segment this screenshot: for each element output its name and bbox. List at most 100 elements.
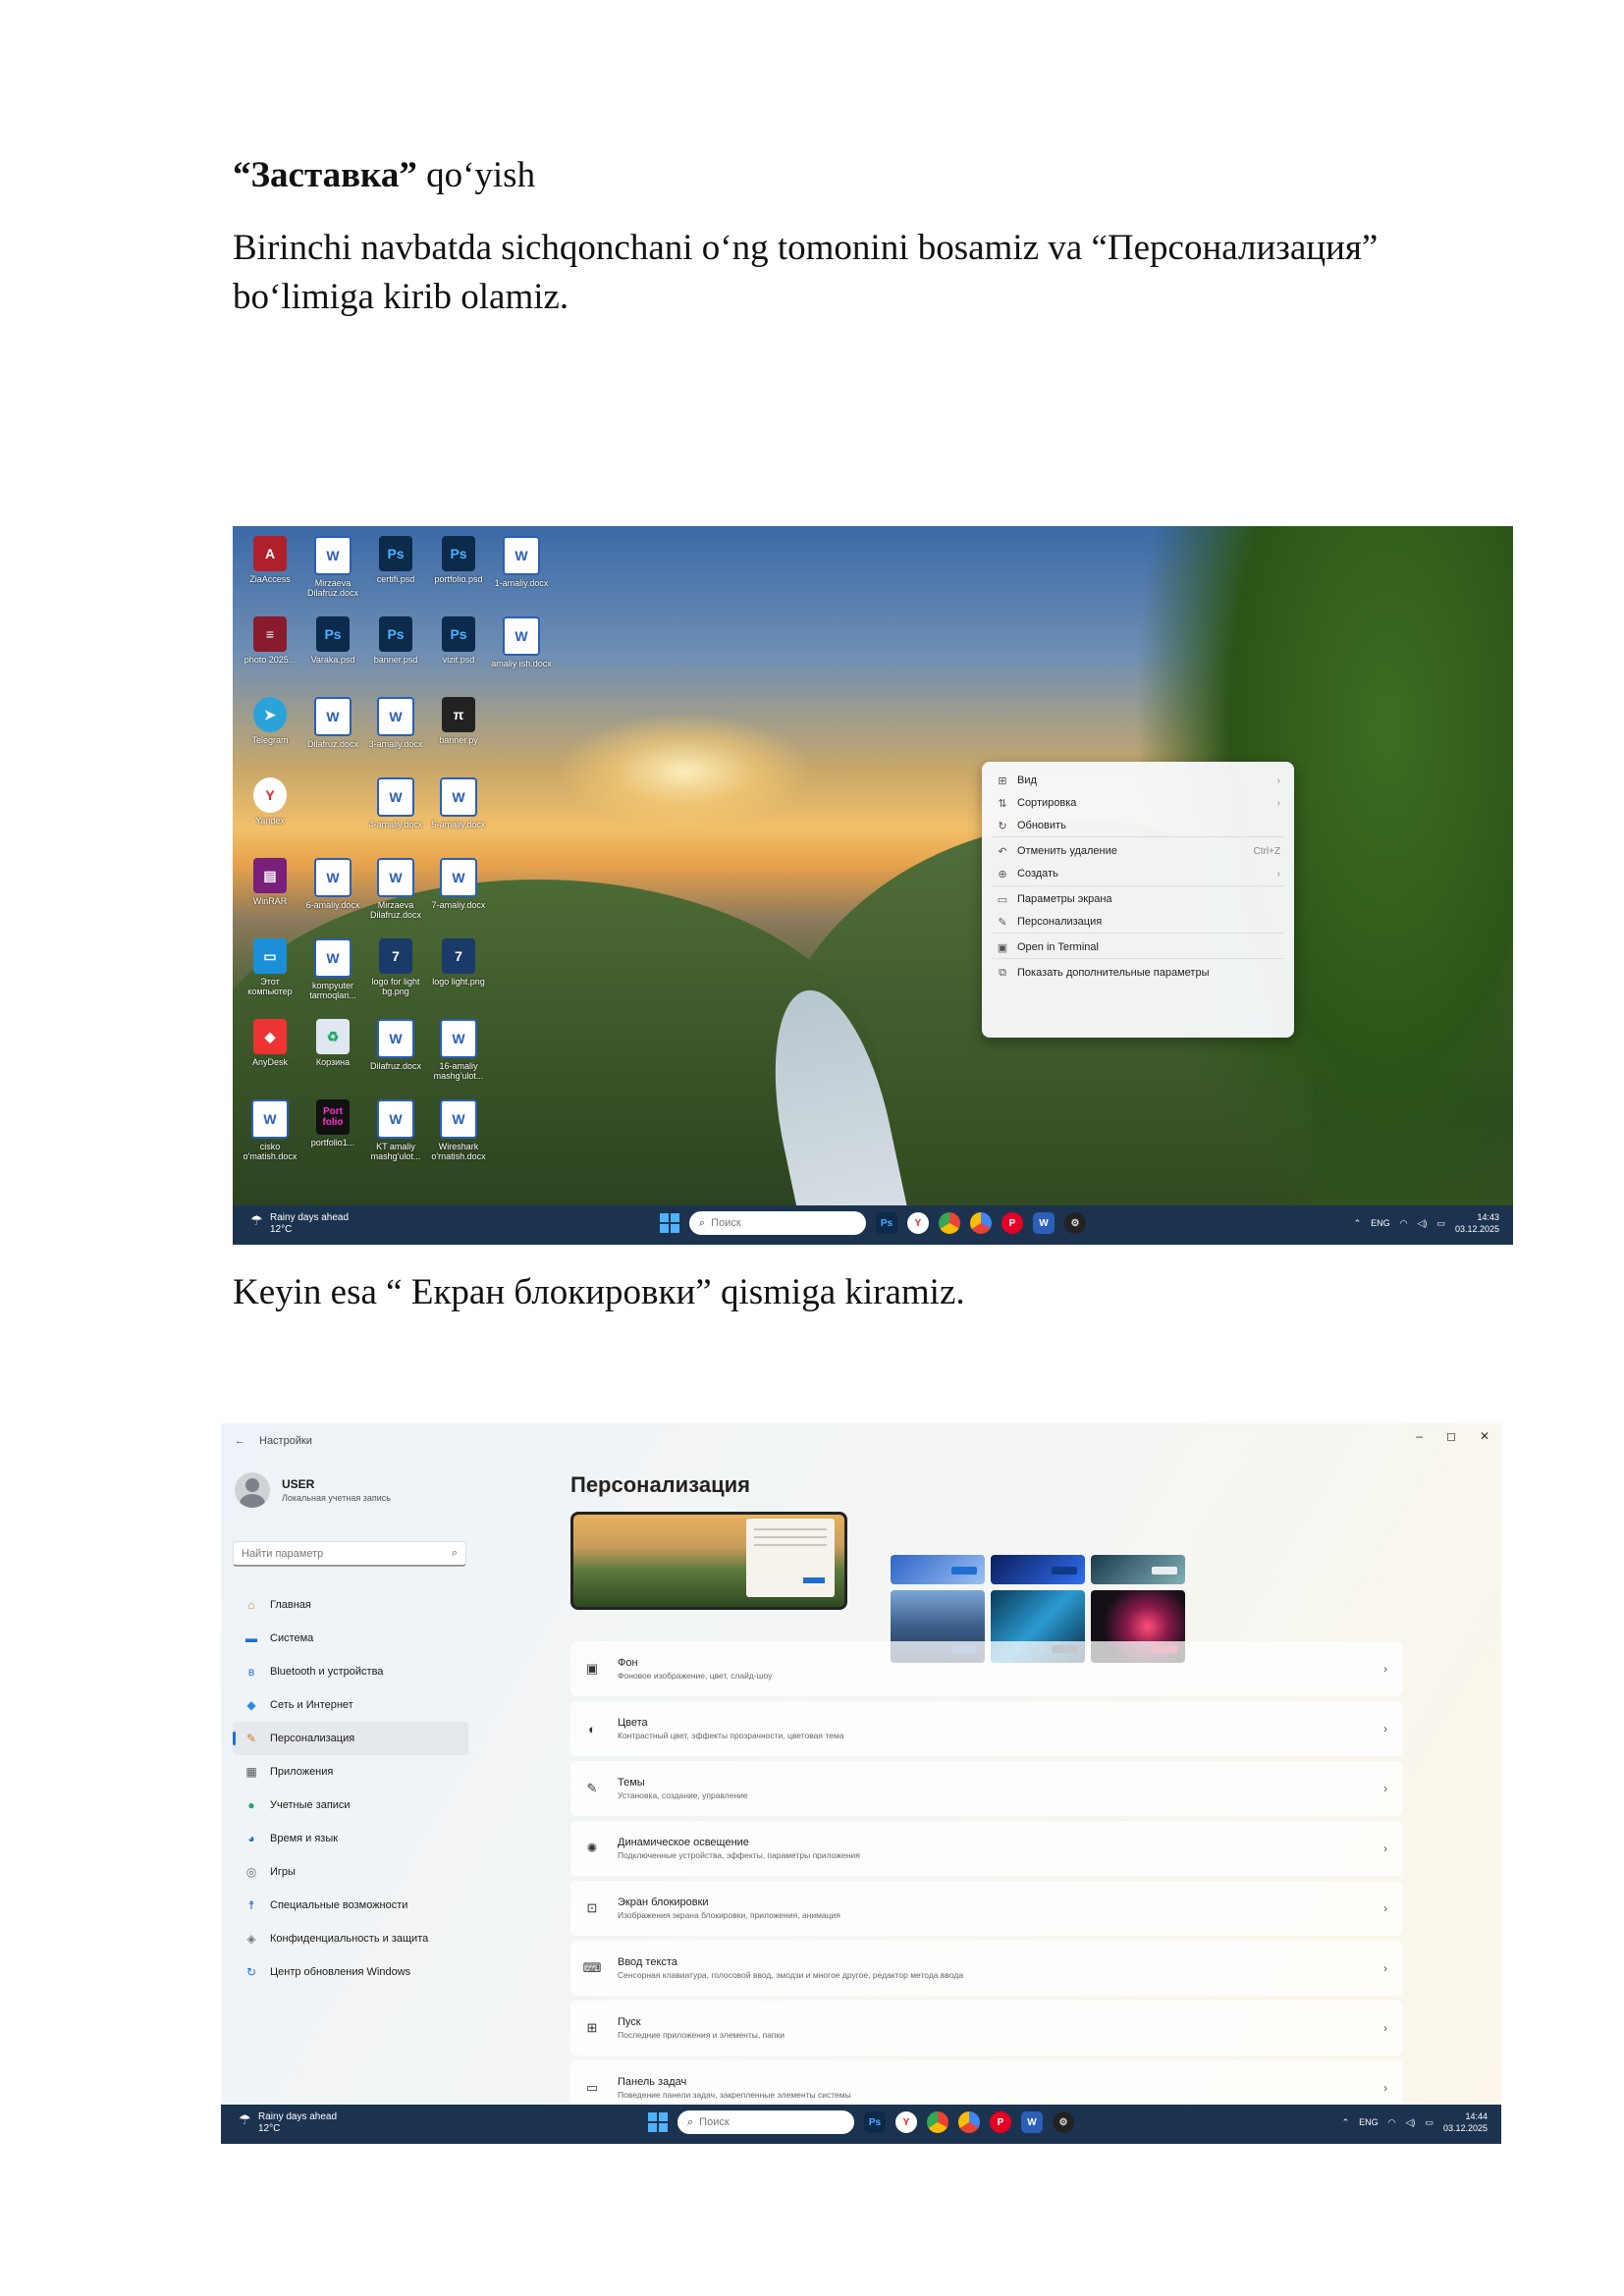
nav-item[interactable]: ◎ Игры bbox=[233, 1855, 468, 1889]
chrome-taskbar-icon[interactable] bbox=[958, 2111, 980, 2133]
taskbar-search[interactable]: ⌕ Поиск bbox=[689, 1211, 866, 1235]
clock[interactable]: 14:44 03.12.2025 bbox=[1443, 2110, 1488, 2134]
desktop-icon[interactable]: ◆ AnyDesk bbox=[239, 1015, 301, 1095]
gear-icon[interactable]: ⚙ bbox=[1064, 1212, 1086, 1234]
volume-icon[interactable]: ◁) bbox=[1418, 1218, 1428, 1229]
yandex-taskbar-icon[interactable]: Y bbox=[895, 2111, 917, 2133]
desktop-icon[interactable]: W 7-amaliy.docx bbox=[427, 854, 490, 934]
desktop-icon[interactable]: Ps banner.psd bbox=[364, 613, 427, 693]
desktop-icon[interactable]: W 16-amaliy mashg'ulot... bbox=[427, 1015, 490, 1095]
settings-search-input[interactable]: Найти параметр ⌕ bbox=[233, 1541, 466, 1567]
volume-icon[interactable]: ◁) bbox=[1406, 2117, 1416, 2128]
desktop-icon[interactable]: W Mirzaeva Dilafruz.docx bbox=[364, 854, 427, 934]
desktop-icon[interactable]: W Dilafruz.docx bbox=[301, 693, 364, 774]
start-button[interactable] bbox=[648, 2112, 668, 2132]
battery-icon[interactable]: ▭ bbox=[1425, 2117, 1434, 2128]
desktop-icon[interactable]: 7 logo light.png bbox=[427, 934, 490, 1015]
desktop-icon[interactable]: W 1-amaliy.docx bbox=[490, 532, 553, 613]
chrome-taskbar-icon[interactable] bbox=[939, 1212, 960, 1234]
settings-card[interactable]: ⊡ Экран блокировки Изображения экрана блок… bbox=[570, 1881, 1403, 1936]
desktop-icon[interactable]: W Dilafruz.docx bbox=[364, 1015, 427, 1095]
desktop-icon[interactable]: Wkompyuter tarmoqlari... bbox=[301, 934, 364, 1015]
user-profile[interactable]: USER Локальная учетная запись bbox=[235, 1472, 391, 1508]
settings-card[interactable]: ◐ Цвета Контрастный цвет, эффекты прозрачн… bbox=[570, 1701, 1403, 1756]
desktop-icon[interactable]: ♻ Корзина bbox=[301, 1015, 364, 1095]
pinterest-taskbar-icon[interactable]: P bbox=[990, 2111, 1011, 2133]
nav-item[interactable]: ↻ Центр обновления Windows bbox=[233, 1955, 468, 1989]
settings-card[interactable]: ✺ Динамическое освещение Подключенные устр… bbox=[570, 1821, 1403, 1876]
desktop-icon[interactable]: 7 logo for light bg.png bbox=[364, 934, 427, 1015]
theme-thumbnail[interactable] bbox=[1091, 1555, 1185, 1584]
gear-icon[interactable]: ⚙ bbox=[1053, 2111, 1074, 2133]
chrome-taskbar-icon[interactable] bbox=[927, 2111, 948, 2133]
restore-icon[interactable]: ◻ bbox=[1446, 1429, 1456, 1443]
nav-item[interactable]: ▦ Приложения bbox=[233, 1755, 468, 1789]
chrome-taskbar-icon[interactable] bbox=[970, 1212, 992, 1234]
context-menu-item[interactable]: ↶ Отменить удаление Ctrl+Z bbox=[982, 840, 1294, 862]
desktop-icon[interactable]: ≡ photo 2025... bbox=[239, 613, 301, 693]
desktop-icon[interactable]: W 6-amaliy.docx bbox=[301, 854, 364, 934]
desktop-icon[interactable]: Ps Varaka.psd bbox=[301, 613, 364, 693]
wifi-icon[interactable]: ◠ bbox=[1400, 1218, 1408, 1229]
desktop-icon[interactable]: Ps certifi.psd bbox=[364, 532, 427, 613]
settings-card[interactable]: ▣ Фон Фоновое изображение, цвет, слайд-шоу… bbox=[570, 1641, 1403, 1696]
nav-item[interactable]: ✎ Персонализация bbox=[233, 1722, 468, 1755]
nav-item[interactable]: ◈ Конфиденциальность и защита bbox=[233, 1922, 468, 1955]
desktop-icon[interactable]: ▤ WinRAR bbox=[239, 854, 301, 934]
word-taskbar-icon[interactable]: W bbox=[1033, 1212, 1055, 1234]
clock[interactable]: 14:43 03.12.2025 bbox=[1455, 1211, 1499, 1235]
settings-card[interactable]: ⌨ Ввод текста Сенсорная клавиатура, голосо… bbox=[570, 1941, 1403, 1996]
desktop-icon[interactable]: π banner.py bbox=[427, 693, 490, 774]
word-taskbar-icon[interactable]: W bbox=[1021, 2111, 1043, 2133]
desktop-icon[interactable]: Port folio portfolio1... bbox=[301, 1095, 364, 1176]
desktop-icon[interactable]: Wcisko o'matish.docx bbox=[239, 1095, 301, 1176]
start-button[interactable] bbox=[660, 1213, 679, 1233]
nav-item[interactable]: ● Учетные записи bbox=[233, 1789, 468, 1822]
desktop-icon[interactable]: W 4-amaliy.docx bbox=[364, 774, 427, 854]
chevron-up-icon[interactable]: ⌃ bbox=[1354, 1218, 1362, 1229]
taskbar-search[interactable]: ⌕ Поиск bbox=[677, 2110, 854, 2134]
context-menu-item[interactable]: ⇅ Сортировка › bbox=[982, 792, 1294, 814]
desktop-icon[interactable]: Ps vizit.psd bbox=[427, 613, 490, 693]
battery-icon[interactable]: ▭ bbox=[1436, 1218, 1445, 1229]
desktop-icon[interactable]: Ps portfolio.psd bbox=[427, 532, 490, 613]
desktop-icon[interactable]: W 3-amaliy.docx bbox=[364, 693, 427, 774]
desktop-icon[interactable]: A ZiaAccess bbox=[239, 532, 301, 613]
desktop-icon[interactable]: W Mirzaeva Dilafruz.docx bbox=[301, 532, 364, 613]
desktop-icon[interactable]: ➤ Telegram bbox=[239, 693, 301, 774]
context-menu-item[interactable]: ↻ Обновить bbox=[982, 815, 1294, 836]
language-indicator[interactable]: ENG bbox=[1359, 2117, 1379, 2127]
minimize-icon[interactable]: – bbox=[1416, 1429, 1423, 1443]
theme-thumbnail[interactable] bbox=[891, 1555, 985, 1584]
pinterest-taskbar-icon[interactable]: P bbox=[1001, 1212, 1023, 1234]
context-menu-item[interactable]: ▣ Open in Terminal bbox=[982, 936, 1294, 958]
desktop-icon[interactable]: W KT amaliy mashg'ulot... bbox=[364, 1095, 427, 1176]
nav-item[interactable]: ⌂ Главная bbox=[233, 1588, 468, 1622]
photoshop-taskbar-icon[interactable]: Ps bbox=[864, 2111, 886, 2133]
weather-widget[interactable]: ☂ Rainy days ahead 12°C bbox=[239, 2111, 337, 2135]
weather-widget[interactable]: ☂ Rainy days ahead 12°C bbox=[250, 1212, 349, 1236]
context-menu-item[interactable]: ⊕ Создать › bbox=[982, 863, 1294, 884]
chevron-up-icon[interactable]: ⌃ bbox=[1342, 2117, 1350, 2128]
wifi-icon[interactable]: ◠ bbox=[1388, 2117, 1396, 2128]
nav-item[interactable]: ▬ Система bbox=[233, 1622, 468, 1655]
close-icon[interactable]: ✕ bbox=[1480, 1429, 1489, 1443]
context-menu-item[interactable]: ⧉ Показать дополнительные параметры bbox=[982, 962, 1294, 984]
context-menu-item[interactable]: ✎ Персонализация bbox=[982, 911, 1294, 933]
desktop-icon[interactable]: Wamaliy ish.docx bbox=[490, 613, 553, 693]
desktop-icon[interactable]: W Wireshark o'rnatish.docx bbox=[427, 1095, 490, 1176]
desktop-icon[interactable]: ▭ Этот компьютер bbox=[239, 934, 301, 1015]
nav-item[interactable]: ☨ Специальные возможности bbox=[233, 1889, 468, 1922]
nav-item[interactable]: ʙ Bluetooth и устройства bbox=[233, 1655, 468, 1688]
desktop-icon[interactable]: Y Yandex bbox=[239, 774, 301, 854]
yandex-taskbar-icon[interactable]: Y bbox=[907, 1212, 929, 1234]
desktop-icon[interactable]: W 5-amaliy.docx bbox=[427, 774, 490, 854]
photoshop-taskbar-icon[interactable]: Ps bbox=[876, 1212, 897, 1234]
settings-card[interactable]: ⊞ Пуск Последние приложения и элементы, па… bbox=[570, 2001, 1403, 2056]
nav-item[interactable]: ◆ Сеть и Интернет bbox=[233, 1688, 468, 1722]
back-arrow-icon[interactable]: ← bbox=[235, 1435, 245, 1447]
settings-card[interactable]: ✎ Темы Установка, создание, управление › bbox=[570, 1761, 1403, 1816]
context-menu-item[interactable]: ⊞ Вид › bbox=[982, 770, 1294, 791]
language-indicator[interactable]: ENG bbox=[1371, 1218, 1390, 1228]
context-menu-item[interactable]: ▭ Параметры экрана bbox=[982, 888, 1294, 910]
